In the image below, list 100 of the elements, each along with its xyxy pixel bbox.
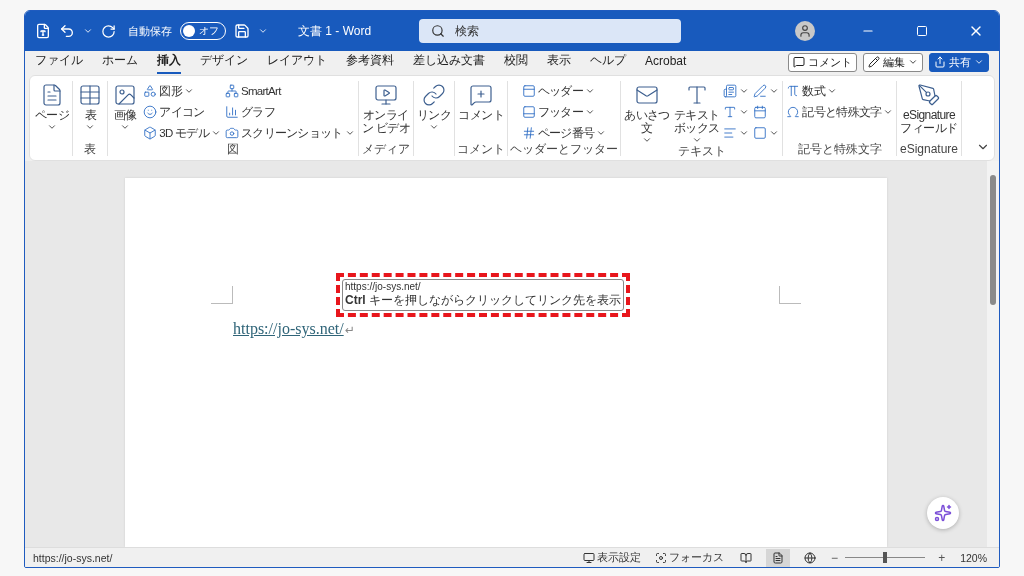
- ribbon-button[interactable]: フッター: [520, 102, 608, 122]
- comment-icon: [469, 83, 494, 107]
- ribbon-button[interactable]: スクリーンショット: [223, 123, 356, 143]
- group-label: 表: [84, 143, 97, 156]
- menu-tab[interactable]: ヘルプ: [590, 50, 626, 74]
- picture-icon: [113, 83, 138, 107]
- frame-icon: [753, 126, 768, 140]
- caret-icon: [769, 128, 780, 138]
- video-icon: [373, 83, 398, 107]
- ribbon-button[interactable]: 3D モデル: [142, 123, 222, 143]
- ribbon-button[interactable]: オンライ ン ビデオ: [360, 81, 411, 135]
- caret-icon: [210, 128, 221, 138]
- caret-icon: [739, 107, 750, 117]
- menu-tab[interactable]: ホーム: [102, 50, 138, 74]
- camera-icon: [224, 126, 239, 140]
- page-number-icon: [521, 126, 536, 140]
- group-label: eSignature: [899, 143, 958, 156]
- link-icon: [422, 83, 447, 107]
- group-label: 記号と特殊文字: [797, 143, 882, 156]
- caret-icon: [883, 107, 894, 117]
- caret-icon: [585, 86, 596, 96]
- letter-icon: [723, 105, 738, 119]
- sparkle-icon: [934, 504, 952, 522]
- scrollbar-track[interactable]: [987, 161, 999, 547]
- menu-tab[interactable]: デザイン: [200, 50, 248, 74]
- group-label: コメント: [457, 143, 506, 156]
- menu-tab[interactable]: 差し込み文書: [413, 50, 485, 74]
- ribbon-button[interactable]: 表: [75, 81, 106, 132]
- hyperlink[interactable]: https://jo-sys.net/: [233, 320, 344, 337]
- window-title: 文書 1 - Word: [298, 22, 372, 40]
- menu-tab[interactable]: 参考資料: [346, 50, 394, 74]
- caret-icon: [827, 86, 837, 96]
- header-icon: [521, 84, 536, 98]
- search-field[interactable]: 検索: [419, 19, 682, 43]
- focus-button[interactable]: フォーカス: [653, 550, 727, 565]
- ribbon-button[interactable]: 記号と特殊文字: [785, 102, 895, 122]
- caret-icon: [429, 122, 440, 132]
- ribbon-button[interactable]: eSignature フィールド: [899, 81, 959, 135]
- display-settings-button[interactable]: 表示設定: [581, 550, 644, 565]
- diagram-icon: [224, 84, 239, 98]
- undo-icon[interactable]: [59, 23, 75, 39]
- ribbon-button[interactable]: ページ番号: [520, 123, 608, 143]
- caret-icon[interactable]: [83, 26, 93, 36]
- group-label: テキスト: [677, 145, 726, 158]
- ribbon-button[interactable]: リンク: [415, 81, 453, 132]
- ribbon-button[interactable]: SmartArt: [223, 81, 356, 101]
- ribbon-button[interactable]: あいさつ 文: [623, 81, 671, 145]
- autosave-label: 自動保存: [128, 23, 172, 39]
- status-text: https://jo-sys.net/: [33, 551, 113, 564]
- zoom-in-button[interactable]: +: [935, 550, 949, 565]
- redo-icon[interactable]: [101, 23, 116, 39]
- zoom-reading: 120%: [960, 551, 987, 564]
- zoom-thumb[interactable]: [883, 552, 888, 563]
- ribbon-button[interactable]: ヘッダー: [520, 81, 608, 101]
- zoom-out-button[interactable]: −: [828, 550, 842, 565]
- comment-icon: [793, 56, 805, 68]
- ribbon-button[interactable]: グラフ: [223, 102, 356, 122]
- group-label: メディア: [361, 143, 410, 156]
- caret-icon: [641, 135, 652, 145]
- ribbon-button[interactable]: テキスト ボックス: [672, 81, 721, 145]
- sparkle-button[interactable]: [927, 497, 959, 529]
- pen-icon: [753, 84, 768, 98]
- toolbar-button[interactable]: 共有: [929, 52, 989, 72]
- share-icon: [934, 56, 946, 68]
- menu-tab[interactable]: 表示: [547, 50, 571, 74]
- avatar-icon[interactable]: [795, 21, 815, 41]
- calendar-icon: [753, 105, 768, 119]
- ribbon-button[interactable]: 画像: [110, 81, 141, 132]
- toolbar-button[interactable]: 編集: [863, 52, 923, 72]
- bar-chart-icon: [224, 105, 239, 119]
- corner-mark: [211, 286, 233, 304]
- caret-icon: [85, 122, 96, 132]
- caret-icon: [908, 57, 918, 67]
- caret-icon: [769, 86, 780, 96]
- menu-tab[interactable]: 校閲: [504, 50, 528, 74]
- ribbon-button[interactable]: 図形: [142, 81, 222, 101]
- caret-icon: [183, 86, 194, 96]
- toolbar-button[interactable]: コメント: [788, 52, 857, 72]
- menu-tab[interactable]: レイアウト: [267, 50, 327, 74]
- menu-tab[interactable]: ファイル: [35, 50, 83, 74]
- document-icon[interactable]: [35, 23, 51, 39]
- ribbon-button[interactable]: コメント: [457, 81, 505, 122]
- caret-icon: [739, 128, 750, 138]
- book-icon: [740, 551, 753, 564]
- caret-icon: [596, 128, 607, 138]
- save-icon[interactable]: [234, 23, 250, 39]
- caret-icon[interactable]: [258, 26, 268, 36]
- caret-icon: [344, 128, 355, 138]
- view-button[interactable]: [766, 548, 791, 567]
- omega-icon: [786, 105, 801, 119]
- caret-icon: [739, 86, 750, 96]
- ribbon-button[interactable]: ページ: [34, 81, 71, 132]
- letter-icon: [634, 83, 659, 107]
- corner-mark: [779, 286, 801, 304]
- ribbon-button[interactable]: 数式: [785, 81, 895, 101]
- scrollbar-thumb[interactable]: [990, 175, 996, 305]
- menu-tab[interactable]: Acrobat: [645, 51, 687, 73]
- ribbon-button[interactable]: アイコン: [142, 102, 222, 122]
- smiley-icon: [143, 105, 158, 119]
- footer-icon: [521, 105, 536, 119]
